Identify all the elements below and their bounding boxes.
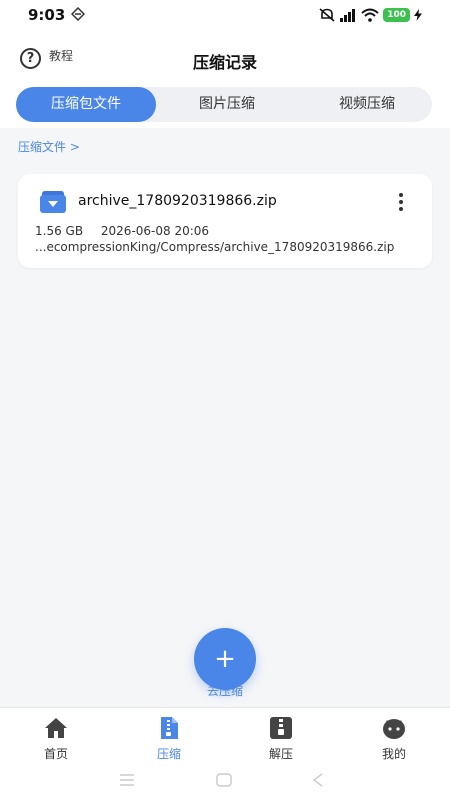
nav-label-compress: 压缩 bbox=[156, 747, 181, 761]
tab-video-compress[interactable]: 视频压缩 bbox=[302, 87, 432, 122]
status-time: 9:03 bbox=[28, 6, 66, 24]
nav-label-decompress: 解压 bbox=[268, 747, 293, 761]
nav-item-decompress[interactable]: 解压 bbox=[241, 716, 321, 762]
home-icon bbox=[45, 718, 67, 738]
wifi-icon bbox=[361, 8, 379, 22]
file-size: 1.56 GB bbox=[35, 224, 84, 238]
location-icon bbox=[71, 7, 85, 21]
signal-icon bbox=[340, 9, 356, 22]
zip-file-icon bbox=[40, 191, 66, 213]
system-nav-bar bbox=[0, 765, 450, 800]
file-meta: 1.56 GB 2026-06-08 20:06 bbox=[35, 224, 209, 238]
file-date: 2026-06-08 20:06 bbox=[100, 224, 210, 238]
battery-level: 100 bbox=[383, 8, 410, 22]
file-card[interactable]: archive_1780920319866.zip 1.56 GB 2026-0… bbox=[18, 174, 432, 268]
status-icons: 100 bbox=[319, 7, 422, 23]
more-dot-icon bbox=[399, 193, 403, 197]
charging-icon bbox=[414, 9, 422, 21]
nav-item-profile[interactable]: 我的 bbox=[354, 716, 434, 762]
decompress-icon bbox=[270, 717, 292, 739]
more-dot-icon bbox=[399, 200, 403, 204]
page-title: 压缩记录 bbox=[192, 53, 257, 72]
top-area: 9:03 100 ? 教程 压缩记录 压缩包文件 图片压缩 视频压缩 bbox=[0, 0, 450, 128]
nav-label-home: 首页 bbox=[43, 747, 68, 761]
menu-icon[interactable] bbox=[119, 773, 135, 787]
status-bar: 9:03 100 bbox=[0, 0, 450, 32]
nav-item-compress[interactable]: 压缩 bbox=[129, 716, 209, 762]
bottom-nav: 首页 压缩 解压 我的 bbox=[0, 707, 450, 765]
breadcrumb[interactable]: 压缩文件 > bbox=[18, 138, 80, 155]
nav-item-home[interactable]: 首页 bbox=[16, 716, 96, 762]
nav-label-profile: 我的 bbox=[381, 747, 406, 761]
more-options-button[interactable] bbox=[394, 193, 408, 211]
go-compress-button[interactable]: + bbox=[194, 628, 256, 690]
tab-bar: 压缩包文件 图片压缩 视频压缩 bbox=[16, 87, 432, 122]
file-path: ...ecompressionKing/Compress/archive_178… bbox=[35, 240, 395, 254]
back-icon[interactable] bbox=[311, 773, 325, 787]
compress-file-icon bbox=[161, 717, 178, 739]
mute-icon bbox=[319, 8, 335, 22]
header: ? 教程 压缩记录 bbox=[0, 40, 450, 80]
go-compress-label[interactable]: 去压缩 bbox=[0, 682, 450, 699]
file-name: archive_1780920319866.zip bbox=[78, 193, 277, 209]
home-square-icon[interactable] bbox=[216, 773, 232, 787]
tab-archive-files[interactable]: 压缩包文件 bbox=[16, 87, 156, 122]
more-dot-icon bbox=[399, 207, 403, 211]
plus-icon: + bbox=[214, 644, 236, 674]
tab-image-compress[interactable]: 图片压缩 bbox=[162, 87, 292, 122]
profile-icon bbox=[383, 719, 405, 739]
